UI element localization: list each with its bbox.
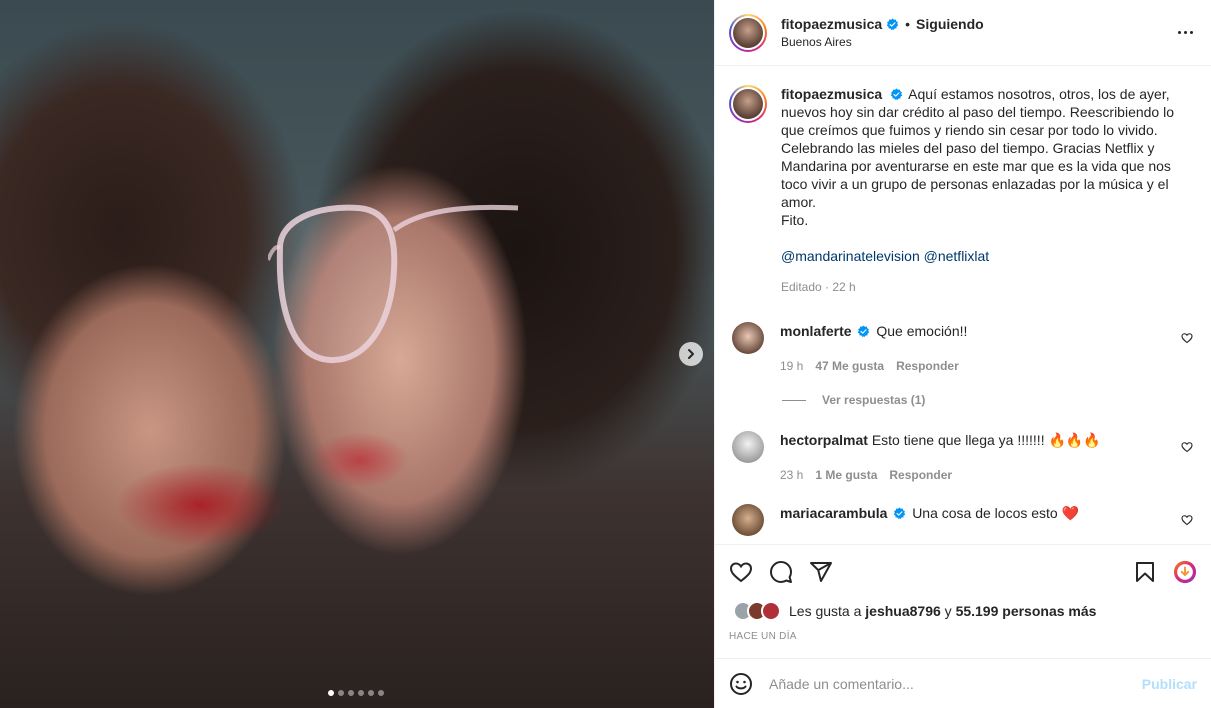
mention-link[interactable]: @netflixlat — [924, 248, 990, 264]
more-icon — [1177, 30, 1181, 34]
download-button[interactable] — [1173, 560, 1197, 584]
comment-like-icon[interactable] — [1181, 332, 1193, 344]
download-icon — [1173, 560, 1197, 584]
verified-icon — [890, 88, 903, 101]
view-replies-label: Ver respuestas (1) — [822, 393, 926, 407]
carousel-dots — [328, 690, 384, 696]
comment-item: hectorpalmat Esto tiene que llega ya !!!… — [729, 431, 1195, 484]
reply-button[interactable]: Responder — [889, 466, 952, 484]
header-separator: • — [905, 16, 911, 32]
next-photo-button[interactable] — [679, 342, 703, 366]
liker-avatars[interactable] — [729, 601, 781, 621]
commenter-username[interactable]: mariacarambula — [780, 505, 887, 521]
comment-text: Que emoción!! — [876, 323, 968, 339]
comment-button[interactable] — [769, 560, 793, 584]
caption-username[interactable]: fitopaezmusica — [781, 86, 882, 102]
view-replies-button[interactable]: Ver respuestas (1) — [782, 393, 1195, 407]
carousel-dot — [348, 690, 354, 696]
author-avatar[interactable] — [729, 13, 767, 52]
post-timestamp[interactable]: HACE UN DÍA — [729, 631, 1197, 642]
commenter-avatar[interactable] — [732, 504, 764, 536]
comment-likes[interactable]: 1 Me gusta — [815, 466, 877, 484]
caption-signature: Fito. — [781, 212, 809, 228]
comment-text: Esto tiene que llega ya !!!!!!! 🔥🔥🔥 — [871, 432, 1101, 448]
liker-username[interactable]: jeshua8796 — [865, 603, 941, 619]
following-button[interactable]: Siguiendo — [916, 16, 984, 32]
carousel-dot — [338, 690, 344, 696]
commenter-username[interactable]: monlaferte — [780, 323, 852, 339]
caption-text: Aquí estamos nosotros, otros, los de aye… — [781, 86, 1175, 210]
liker-avatar — [761, 601, 781, 621]
comment-like-icon[interactable] — [1181, 441, 1193, 453]
comment-time[interactable]: 23 h — [780, 466, 803, 484]
carousel-dot — [328, 690, 334, 696]
comment-composer: Publicar — [715, 658, 1211, 708]
share-icon — [810, 562, 832, 582]
emoji-icon[interactable] — [729, 672, 753, 696]
reply-button[interactable]: Responder — [896, 357, 959, 375]
comment-text: Una cosa de locos esto ❤️ — [912, 505, 1080, 521]
likes-count[interactable]: 55.199 personas más — [956, 603, 1097, 619]
publish-button[interactable]: Publicar — [1142, 676, 1197, 692]
verified-icon — [886, 18, 899, 30]
comment-like-icon[interactable] — [1181, 514, 1193, 526]
comments-list[interactable]: fitopaezmusica Aquí estamos nosotros, ot… — [715, 67, 1211, 543]
bookmark-icon — [1136, 562, 1154, 582]
mention-link[interactable]: @mandarinatelevision — [781, 248, 920, 264]
chevron-right-icon — [688, 349, 694, 359]
verified-icon — [858, 325, 870, 338]
caption-mentions: @mandarinatelevision @netflixlat — [781, 247, 1191, 265]
post-location[interactable]: Buenos Aires — [781, 35, 984, 49]
carousel-dot — [358, 690, 364, 696]
post-details-pane: fitopaezmusica • Siguiendo Buenos Aires … — [714, 0, 1211, 708]
likes-summary: Les gusta a jeshua8796 y 55.199 personas… — [729, 601, 1197, 621]
heart-icon — [729, 562, 753, 583]
commenter-avatar[interactable] — [732, 431, 764, 463]
caption-meta: Editado · 22 h — [781, 280, 856, 294]
verified-icon — [894, 507, 906, 520]
commenter-avatar[interactable] — [732, 322, 764, 354]
share-button[interactable] — [809, 560, 833, 584]
glasses-detail — [268, 204, 519, 364]
likes-connector: y — [944, 603, 952, 619]
post-header: fitopaezmusica • Siguiendo Buenos Aires — [715, 0, 1211, 66]
more-options-button[interactable] — [1173, 22, 1197, 42]
save-button[interactable] — [1133, 560, 1157, 584]
likes-prefix: Les gusta a — [789, 603, 862, 619]
author-username[interactable]: fitopaezmusica — [781, 16, 882, 32]
comment-time[interactable]: 19 h — [780, 357, 803, 375]
post-photo[interactable] — [0, 0, 714, 708]
comment-likes[interactable]: 47 Me gusta — [815, 357, 884, 375]
carousel-dot — [368, 690, 374, 696]
post-caption: fitopaezmusica Aquí estamos nosotros, ot… — [729, 85, 1195, 296]
commenter-username[interactable]: hectorpalmat — [780, 432, 868, 448]
carousel-dot — [378, 690, 384, 696]
comment-item: monlaferte Que emoción!! 19 h 47 Me gust… — [729, 322, 1195, 375]
like-button[interactable] — [729, 560, 753, 584]
post-actions: Les gusta a jeshua8796 y 55.199 personas… — [715, 544, 1211, 658]
comment-icon — [770, 561, 792, 583]
comment-input[interactable] — [769, 675, 1142, 692]
caption-avatar[interactable] — [729, 85, 767, 123]
comment-item: mariacarambula Una cosa de locos esto ❤️ — [729, 504, 1195, 536]
